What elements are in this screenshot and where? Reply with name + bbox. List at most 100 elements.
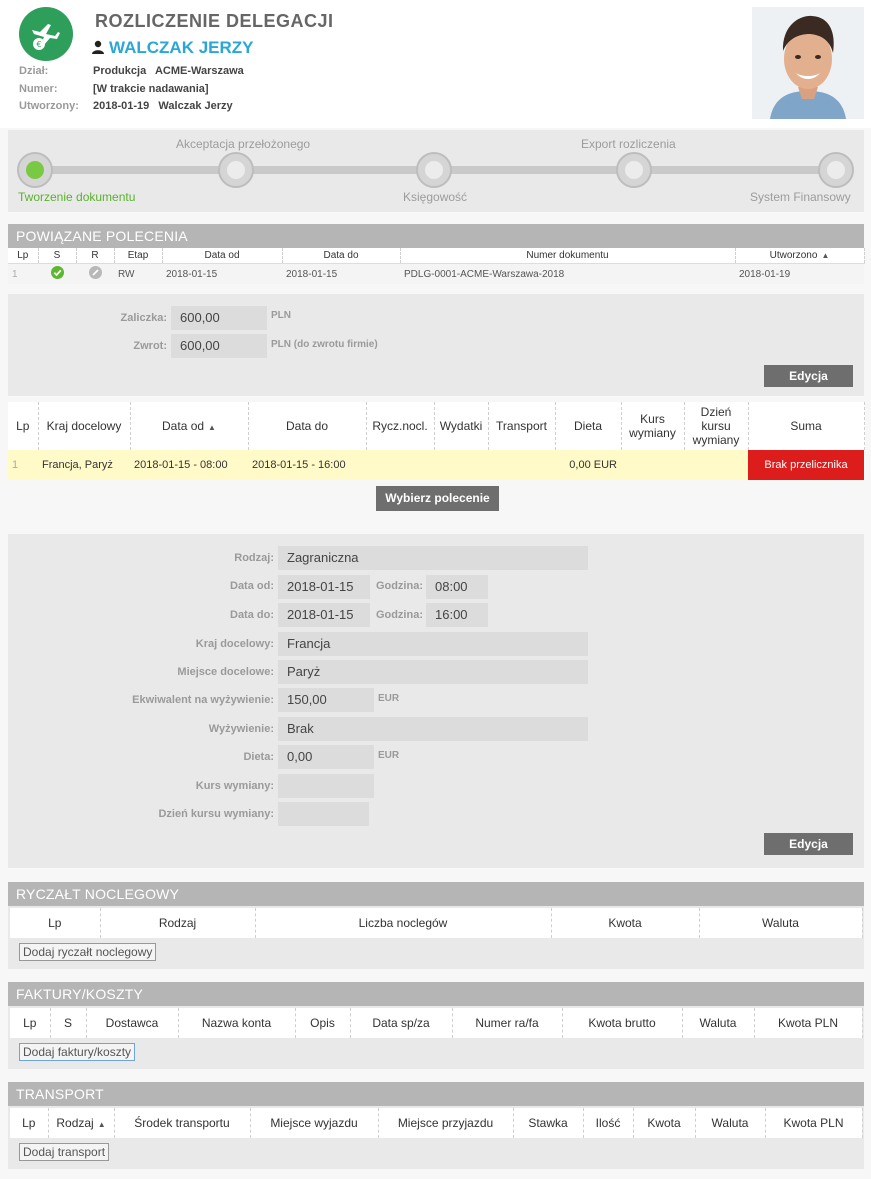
col-header[interactable]: Kurs wymiany: [621, 402, 685, 450]
step-node-ksiegowosc[interactable]: [416, 152, 452, 188]
col-header[interactable]: Numer dokumentu: [400, 248, 736, 264]
form-edit-button[interactable]: Edycja: [764, 833, 853, 855]
col-header[interactable]: Rycz.nocl.: [366, 402, 435, 450]
col-header[interactable]: Kwota: [551, 908, 700, 938]
col-header[interactable]: Waluta: [695, 1108, 766, 1138]
col-header[interactable]: Środek transportu: [114, 1108, 251, 1138]
workflow-progress: Tworzenie dokumentu Akceptacja przełożon…: [8, 130, 864, 212]
section-header-transport: TRANSPORT: [8, 1082, 864, 1106]
dieta-label: Dieta:: [243, 751, 274, 763]
sort-asc-icon: ▲: [821, 251, 830, 260]
col-header[interactable]: Rodzaj: [100, 908, 256, 938]
zaliczka-unit: PLN: [271, 310, 291, 321]
cell-dzien: [684, 450, 748, 480]
rodzaj-label: Rodzaj:: [234, 552, 274, 564]
col-header[interactable]: Nazwa konta: [178, 1008, 296, 1038]
dzien-kursu-field: [278, 802, 369, 826]
data-do-label: Data do:: [230, 609, 274, 621]
godzina-do-field: 16:00: [426, 603, 488, 627]
employee-name-text: WALCZAK JERZY: [109, 38, 254, 57]
link-disabled-icon: [76, 263, 114, 284]
kraj-label: Kraj docelowy:: [195, 638, 274, 650]
faktury-table: Lp S Dostawca Nazwa konta Opis Data sp/z…: [10, 1008, 863, 1038]
col-header[interactable]: Kraj docelowy: [38, 402, 131, 450]
col-header[interactable]: Data do: [248, 402, 367, 450]
col-header[interactable]: Waluta: [682, 1008, 755, 1038]
col-header[interactable]: R: [76, 248, 115, 264]
employee-photo: [752, 7, 864, 119]
cell-etap: RW: [114, 263, 162, 284]
svg-text:€: €: [36, 40, 41, 49]
godzina-od-field: 08:00: [426, 575, 488, 599]
cell-suma-error: Brak przelicznika: [748, 450, 864, 480]
col-header[interactable]: Data do: [282, 248, 401, 264]
col-header[interactable]: S: [50, 1008, 87, 1038]
col-header[interactable]: Kwota PLN: [765, 1108, 863, 1138]
col-header[interactable]: Lp: [8, 248, 39, 264]
col-header[interactable]: Data sp/za: [350, 1008, 453, 1038]
col-header-utworzono[interactable]: Utworzono ▲: [735, 248, 865, 264]
cell-data-od: 2018-01-15 - 08:00: [130, 450, 248, 480]
wybierz-polecenie-button[interactable]: Wybierz polecenie: [376, 486, 499, 511]
step-node-tworzenie[interactable]: [17, 152, 53, 188]
employee-name: WALCZAK JERZY: [91, 38, 254, 58]
cell-dieta: 0,00 EUR: [555, 450, 621, 480]
dieta-field: 0,00: [278, 745, 374, 769]
ekwiwalent-unit: EUR: [378, 693, 400, 704]
zaliczka-edit-button[interactable]: Edycja: [764, 365, 853, 387]
add-transport-button[interactable]: Dodaj transport: [19, 1143, 110, 1161]
col-header[interactable]: Lp: [10, 908, 101, 938]
col-header[interactable]: Wydatki: [434, 402, 489, 450]
step-label-export: Export rozliczenia: [581, 137, 676, 151]
col-header[interactable]: Etap: [114, 248, 163, 264]
col-header[interactable]: Liczba noclegów: [255, 908, 552, 938]
col-header[interactable]: Suma: [748, 402, 865, 450]
step-node-akceptacja[interactable]: [218, 152, 254, 188]
col-header[interactable]: Ilość: [583, 1108, 634, 1138]
col-header[interactable]: Waluta: [699, 908, 863, 938]
step-node-export[interactable]: [616, 152, 652, 188]
col-header[interactable]: Dieta: [555, 402, 622, 450]
cell-kurs: [621, 450, 684, 480]
meta-label: Numer:: [19, 83, 58, 95]
table-row[interactable]: 1 Francja, Paryż 2018-01-15 - 08:00 2018…: [8, 450, 864, 480]
col-header[interactable]: Miejsce przyjazdu: [378, 1108, 514, 1138]
transport-table: Lp Rodzaj ▲ Środek transportu Miejsce wyj…: [10, 1108, 863, 1138]
col-header-rodzaj[interactable]: Rodzaj ▲: [48, 1108, 115, 1138]
step-node-system[interactable]: [818, 152, 854, 188]
col-header[interactable]: S: [38, 248, 77, 264]
godzina-od-label: Godzina:: [375, 580, 423, 592]
zaliczka-label: Zaliczka:: [120, 312, 167, 324]
col-header[interactable]: Lp: [8, 402, 39, 450]
col-header[interactable]: Kwota: [633, 1108, 696, 1138]
rodzaj-field: Zagraniczna: [278, 546, 588, 570]
col-header[interactable]: Stawka: [513, 1108, 584, 1138]
meta-label: Dział:: [19, 65, 49, 77]
zwrot-field: 600,00: [171, 334, 267, 358]
col-header[interactable]: Kwota PLN: [754, 1008, 863, 1038]
col-header[interactable]: Transport: [488, 402, 556, 450]
step-label-tworzenie: Tworzenie dokumentu: [18, 190, 136, 204]
col-header[interactable]: Kwota brutto: [562, 1008, 683, 1038]
cell-rycz: [366, 450, 434, 480]
col-header[interactable]: Lp: [10, 1108, 49, 1138]
section-header-ryczalt: RYCZAŁT NOCLEGOWY: [8, 882, 864, 906]
col-header-data-od[interactable]: Data od ▲: [130, 402, 249, 450]
page-title: ROZLICZENIE DELEGACJI: [95, 11, 334, 31]
col-header[interactable]: Lp: [10, 1008, 51, 1038]
col-header[interactable]: Data od: [162, 248, 283, 264]
col-header[interactable]: Dostawca: [86, 1008, 179, 1038]
meta-value: Produkcja ACME-Warszawa: [93, 65, 244, 77]
add-ryczalt-button[interactable]: Dodaj ryczałt noclegowy: [19, 943, 157, 961]
col-header[interactable]: Miejsce wyjazdu: [250, 1108, 379, 1138]
table-row[interactable]: 1 RW 2018-01-15 2018-01-15 PDLG-0001-ACM…: [8, 263, 864, 284]
col-header[interactable]: Numer ra/fa: [452, 1008, 563, 1038]
kurs-field: [278, 774, 374, 798]
miejsce-field: Paryż: [278, 660, 588, 684]
add-faktury-button[interactable]: Dodaj faktury/koszty: [19, 1043, 136, 1061]
step-label-system: System Finansowy: [750, 190, 851, 204]
delegation-logo-icon: €: [19, 7, 73, 61]
sort-asc-icon: ▲: [97, 1120, 106, 1129]
col-header[interactable]: Opis: [295, 1008, 351, 1038]
col-header[interactable]: Dzień kursu wymiany: [684, 402, 749, 450]
